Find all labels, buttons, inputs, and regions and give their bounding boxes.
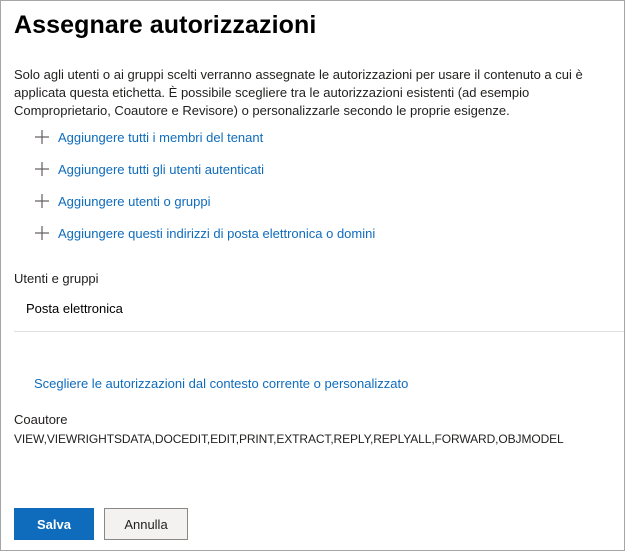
cancel-button[interactable]: Annulla (104, 508, 188, 540)
add-all-tenant-members-button[interactable]: Aggiungere tutti i membri del tenant (34, 127, 375, 147)
plus-icon (35, 130, 49, 144)
add-action-label: Aggiungere tutti i membri del tenant (58, 129, 264, 145)
add-email-or-domains-button[interactable]: Aggiungere questi indirizzi di posta ele… (34, 223, 375, 243)
plus-icon (35, 226, 49, 240)
plus-icon (35, 162, 49, 176)
divider (14, 331, 624, 332)
assign-permissions-panel: Assegnare autorizzazioni Solo agli utent… (0, 0, 625, 551)
add-all-authenticated-users-button[interactable]: Aggiungere tutti gli utenti autenticati (34, 159, 375, 179)
choose-permissions-link[interactable]: Scegliere le autorizzazioni dal contesto… (34, 376, 408, 391)
users-groups-label: Utenti e gruppi (14, 271, 99, 286)
page-title: Assegnare autorizzazioni (14, 11, 317, 39)
add-actions-list: Aggiungere tutti i membri del tenant Agg… (34, 127, 375, 255)
add-users-or-groups-button[interactable]: Aggiungere utenti o gruppi (34, 191, 375, 211)
add-action-label: Aggiungere tutti gli utenti autenticati (58, 161, 264, 177)
permission-rights-list: VIEW,VIEWRIGHTSDATA,DOCEDIT,EDIT,PRINT,E… (14, 432, 564, 446)
add-action-label: Aggiungere questi indirizzi di posta ele… (58, 225, 376, 241)
page-description: Solo agli utenti o ai gruppi scelti verr… (14, 67, 583, 118)
plus-icon (35, 194, 49, 208)
save-button[interactable]: Salva (14, 508, 94, 540)
permission-level-name: Coautore (14, 412, 68, 427)
add-action-label: Aggiungere utenti o gruppi (58, 193, 211, 209)
list-item: Posta elettronica (26, 301, 123, 316)
